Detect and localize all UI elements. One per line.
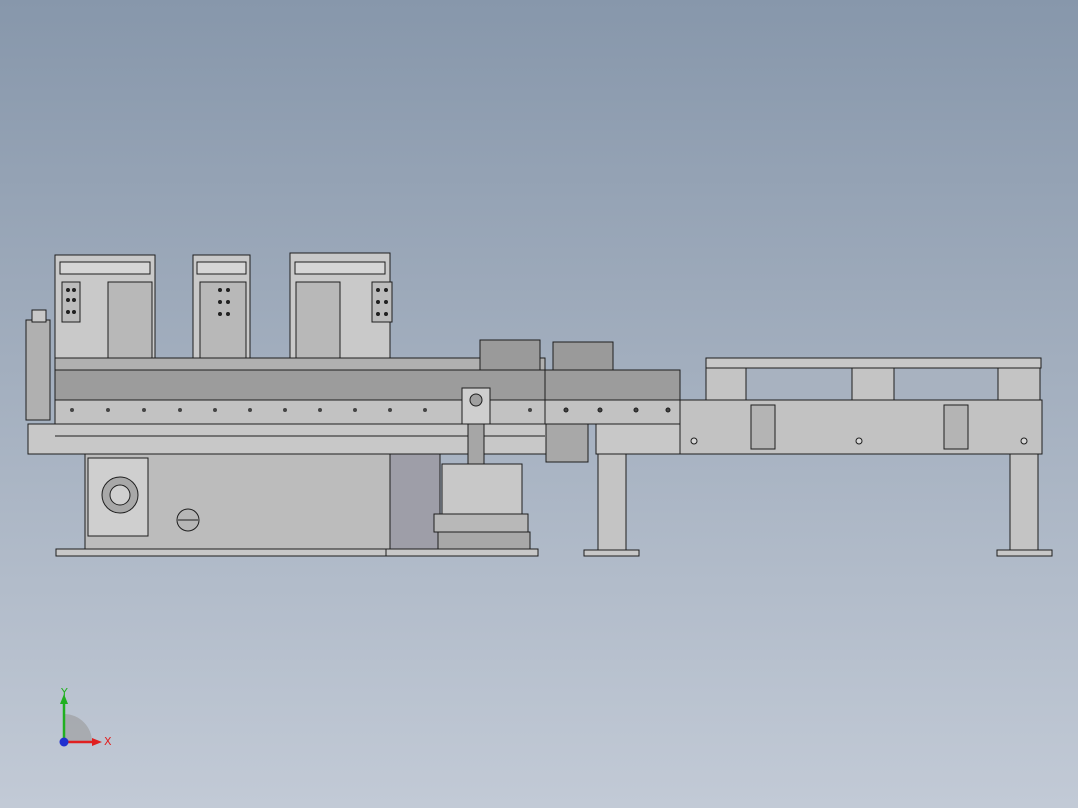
y-axis-label: Y bbox=[60, 686, 68, 699]
small-gear-motor[interactable] bbox=[545, 423, 589, 463]
magazine-middle[interactable] bbox=[192, 254, 251, 361]
side-motor[interactable] bbox=[25, 319, 51, 421]
drive-box-2[interactable] bbox=[552, 341, 614, 371]
x-axis-label: X bbox=[104, 735, 112, 748]
magazine-left[interactable] bbox=[54, 254, 156, 361]
machine-assembly-model[interactable] bbox=[0, 0, 1078, 808]
magazine-right[interactable] bbox=[289, 252, 393, 361]
drive-box-1[interactable] bbox=[479, 339, 541, 371]
axis-triad: Y X bbox=[59, 686, 112, 748]
graphics-viewport[interactable]: Y X bbox=[0, 0, 1078, 808]
z-axis-dot bbox=[59, 737, 69, 747]
